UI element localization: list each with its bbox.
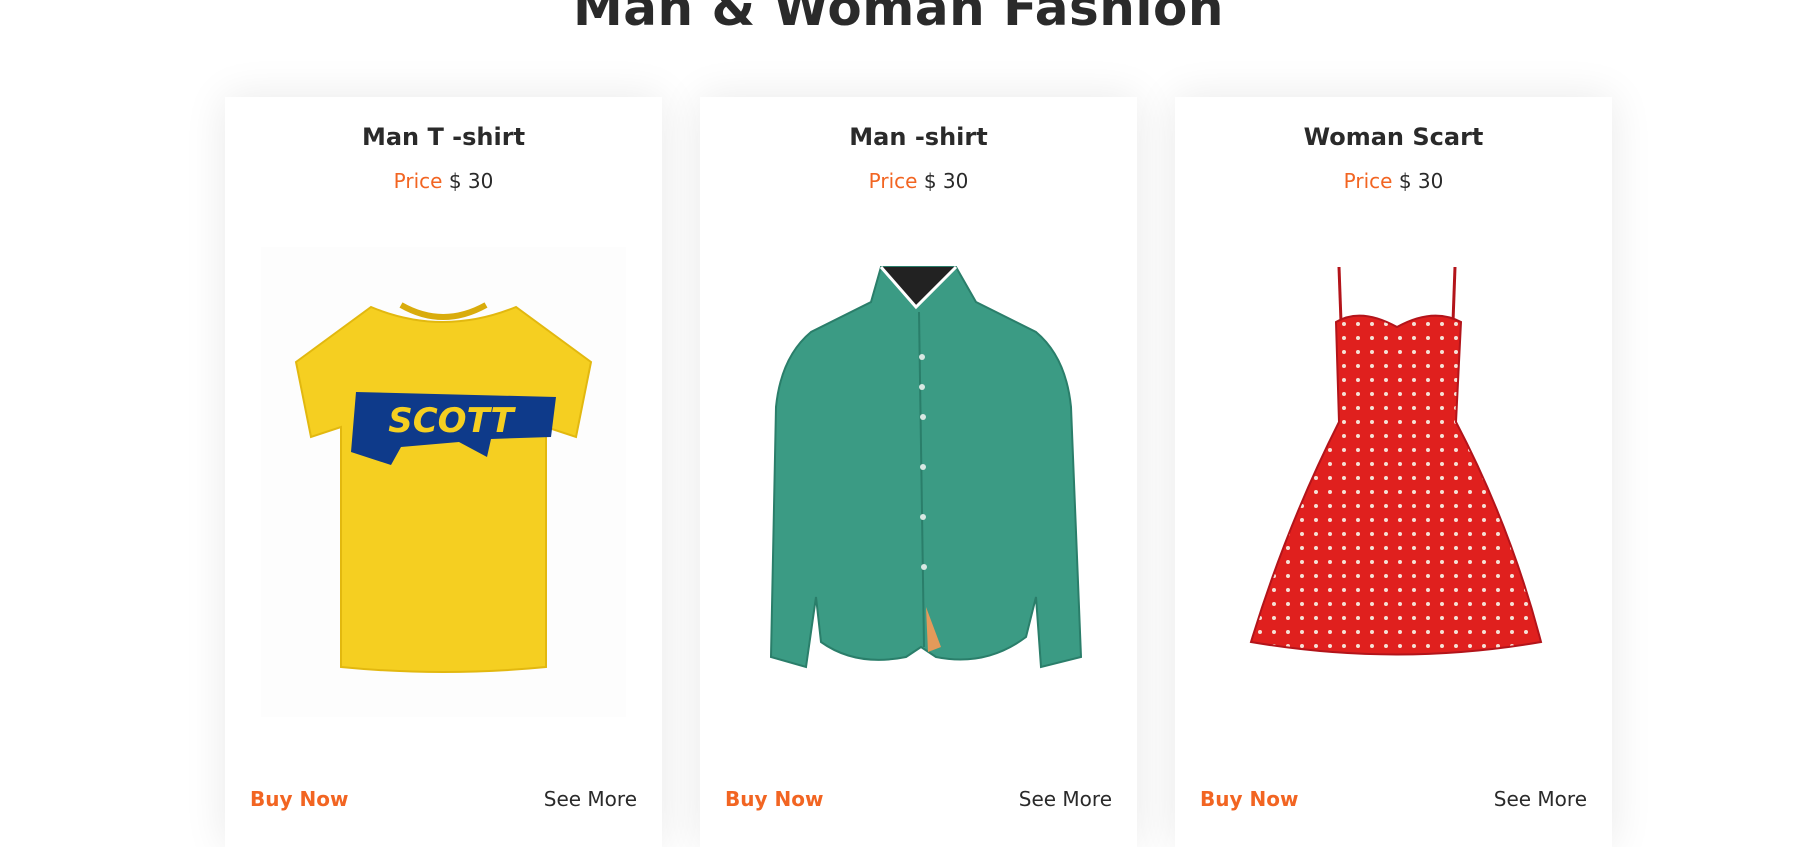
product-price: Price $ 30 [700,169,1137,193]
see-more-link[interactable]: See More [1019,787,1112,811]
svg-text:SCOTT: SCOTT [388,401,516,441]
green-shirt-image[interactable] [736,247,1101,717]
product-price: Price $ 30 [1175,169,1612,193]
price-label: Price [393,169,443,193]
product-grid: Man T -shirt Price $ 30 SCOTT Buy Now Se… [225,97,1613,847]
section-title: Man & Woman Fashion [573,0,1224,37]
price-value: $ 30 [923,169,969,193]
product-title: Man T -shirt [361,123,526,151]
product-card: Man T -shirt Price $ 30 SCOTT Buy Now Se… [225,97,662,847]
see-more-link[interactable]: See More [1494,787,1587,811]
buy-now-button[interactable]: Buy Now [725,787,823,811]
product-title: Woman Scart [1303,123,1484,151]
buy-now-button[interactable]: Buy Now [250,787,348,811]
product-price: Price $ 30 [225,169,662,193]
price-value: $ 30 [1398,169,1444,193]
price-label: Price [1343,169,1393,193]
yellow-tshirt-image[interactable]: SCOTT [261,247,626,717]
buy-now-button[interactable]: Buy Now [1200,787,1298,811]
red-polka-dress-image[interactable] [1211,247,1576,717]
product-card: Man -shirt Price $ 30 Buy Now See More [700,97,1137,847]
see-more-link[interactable]: See More [544,787,637,811]
price-value: $ 30 [448,169,494,193]
product-card: Woman Scart Price $ 30 Buy Now See More [1175,97,1612,847]
product-title: Man -shirt [849,123,988,151]
price-label: Price [868,169,918,193]
